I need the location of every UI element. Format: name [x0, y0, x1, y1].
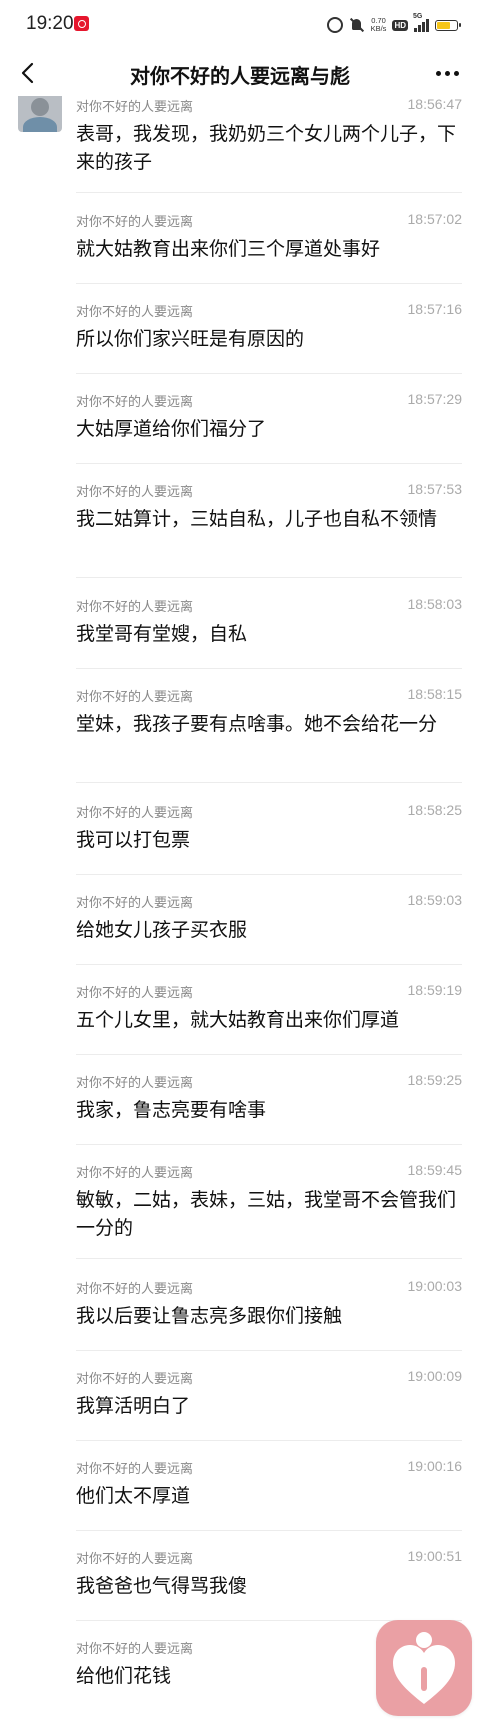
message-sender: 对你不好的人要远离 [76, 100, 194, 115]
message-time: 19:00:51 [407, 1548, 463, 1564]
weibo-notification-icon [74, 16, 89, 31]
message-item[interactable]: 对你不好的人要远离 18:59:03 给她女儿孩子买衣服 [76, 892, 462, 965]
message-item[interactable]: 对你不好的人要远离 18:59:19 五个儿女里，就大姑教育出来你们厚道 [76, 982, 462, 1055]
message-time: 18:57:02 [407, 211, 463, 227]
alarm-icon [326, 17, 343, 33]
message-time: 18:57:29 [407, 391, 463, 407]
network-speed-unit: KB/s [370, 24, 387, 33]
message-text: 就大姑教育出来你们三个厚道处事好 [76, 238, 381, 260]
message-text: 他们太不厚道 [76, 1485, 191, 1507]
signal-icon: 5G [413, 13, 429, 32]
message-sender: 对你不好的人要远离 [76, 1166, 194, 1181]
message-text: 我爸爸也气得骂我傻 [76, 1575, 248, 1597]
message-sender: 对你不好的人要远离 [76, 806, 194, 821]
signal-label: 5G [413, 13, 423, 20]
message-sender: 对你不好的人要远离 [76, 1372, 194, 1387]
message-item[interactable]: 对你不好的人要远离 18:58:25 我可以打包票 [76, 802, 462, 875]
message-sender: 对你不好的人要远离 [76, 690, 194, 705]
more-dot-icon [453, 70, 459, 76]
more-options-button[interactable] [430, 58, 464, 88]
message-sender: 对你不好的人要远离 [76, 986, 194, 1001]
back-button[interactable] [14, 58, 44, 88]
message-text: 大姑厚道给你们福分了 [76, 418, 267, 440]
status-icons: 0.70 KB/s HD 5G [326, 13, 461, 36]
network-speed: 0.70 KB/s [371, 17, 387, 33]
message-item[interactable]: 对你不好的人要远离 18:58:03 我堂哥有堂嫂，自私 [76, 596, 462, 669]
message-list[interactable]: 对你不好的人要远离 18:56:47 表哥，我发现，我奶奶三个女儿两个儿子，下来… [0, 96, 480, 1724]
message-time: 18:58:25 [407, 802, 463, 818]
message-sender: 对你不好的人要远离 [76, 305, 194, 320]
message-item[interactable]: 对你不好的人要远离 18:57:29 大姑厚道给你们福分了 [76, 391, 462, 464]
message-item[interactable]: 对你不好的人要远离 18:57:16 所以你们家兴旺是有原因的 [76, 301, 462, 374]
message-time: 19:00:03 [407, 1278, 463, 1294]
more-dot-icon [435, 70, 441, 76]
message-sender: 对你不好的人要远离 [76, 1076, 194, 1091]
message-text: 所以你们家兴旺是有原因的 [76, 328, 305, 350]
message-item[interactable]: 对你不好的人要远离 18:59:25 我家，鲁志亮要有啥事 [76, 1072, 462, 1145]
message-time: 18:59:19 [407, 982, 463, 998]
message-time: 19:00:09 [407, 1368, 463, 1384]
message-text: 堂妹，我孩子要有点啥事。她不会给花一分 [76, 713, 438, 735]
message-text: 给她女儿孩子买衣服 [76, 919, 248, 941]
message-item[interactable]: 对你不好的人要远离 18:57:53 我二姑算计，三姑自私，儿子也自私不领情 [76, 481, 462, 578]
chevron-left-icon [21, 62, 34, 84]
message-text: 我算活明白了 [76, 1395, 191, 1417]
message-text: 五个儿女里，就大姑教育出来你们厚道 [76, 1009, 400, 1031]
message-sender: 对你不好的人要远离 [76, 1642, 194, 1657]
message-time: 18:59:03 [407, 892, 463, 908]
message-sender: 对你不好的人要远离 [76, 600, 194, 615]
message-item[interactable]: 对你不好的人要远离 19:00:16 他们太不厚道 [76, 1458, 462, 1531]
more-dot-icon [444, 70, 450, 76]
message-item[interactable]: 对你不好的人要远离 18:59:45 敏敏，二姑，表妹，三姑，我堂哥不会管我们一… [76, 1162, 462, 1259]
message-item[interactable]: 对你不好的人要远离 18:58:15 堂妹，我孩子要有点啥事。她不会给花一分 [76, 686, 462, 783]
chat-title: 对你不好的人要远离与彪 [130, 64, 350, 88]
message-sender: 对你不好的人要远离 [76, 395, 194, 410]
message-time: 18:58:15 [407, 686, 463, 702]
message-item[interactable]: 对你不好的人要远离 19:00:51 我爸爸也气得骂我傻 [76, 1548, 462, 1621]
message-item[interactable]: 对你不好的人要远离 19:00:09 我算活明白了 [76, 1368, 462, 1441]
message-item[interactable]: 对你不好的人要远离 19:00:03 我以后要让鲁志亮多跟你们接触 [76, 1278, 462, 1351]
message-sender: 对你不好的人要远离 [76, 1282, 194, 1297]
message-text: 我二姑算计，三姑自私，儿子也自私不领情 [76, 508, 438, 530]
nav-bar: 对你不好的人要远离与彪 [0, 50, 480, 96]
message-sender: 对你不好的人要远离 [76, 896, 194, 911]
message-item[interactable]: 对你不好的人要远离 18:56:47 表哥，我发现，我奶奶三个女儿两个儿子，下来… [76, 96, 462, 193]
avatar[interactable] [18, 96, 62, 132]
message-time: 18:57:16 [407, 301, 463, 317]
message-sender: 对你不好的人要远离 [76, 1462, 194, 1477]
message-text: 我以后要让鲁志亮多跟你们接触 [76, 1305, 343, 1327]
heart-person-icon [393, 1632, 455, 1704]
message-time: 18:59:25 [407, 1072, 463, 1088]
message-time: 18:56:47 [407, 96, 463, 112]
message-time: 19:00:16 [407, 1458, 463, 1474]
message-sender: 对你不好的人要远离 [76, 1552, 194, 1567]
status-bar: 19:20 0.70 KB/s HD 5G [0, 0, 480, 50]
battery-icon [435, 19, 461, 31]
mute-icon [349, 17, 365, 33]
message-sender: 对你不好的人要远离 [76, 485, 194, 500]
message-text: 我家，鲁志亮要有啥事 [76, 1099, 267, 1121]
message-text: 敏敏，二姑，表妹，三姑，我堂哥不会管我们一分的 [76, 1189, 457, 1239]
status-time: 19:20 [26, 13, 74, 34]
message-time: 18:58:03 [407, 596, 463, 612]
message-text: 我堂哥有堂嫂，自私 [76, 623, 248, 645]
floating-app-button[interactable] [376, 1620, 472, 1716]
message-time: 18:59:45 [407, 1162, 463, 1178]
message-sender: 对你不好的人要远离 [76, 215, 194, 230]
message-text: 我可以打包票 [76, 829, 191, 851]
message-text: 表哥，我发现，我奶奶三个女儿两个儿子，下来的孩子 [76, 123, 457, 173]
hd-icon: HD [392, 19, 408, 31]
message-item[interactable]: 对你不好的人要远离 18:57:02 就大姑教育出来你们三个厚道处事好 [76, 211, 462, 284]
message-time: 18:57:53 [407, 481, 463, 497]
